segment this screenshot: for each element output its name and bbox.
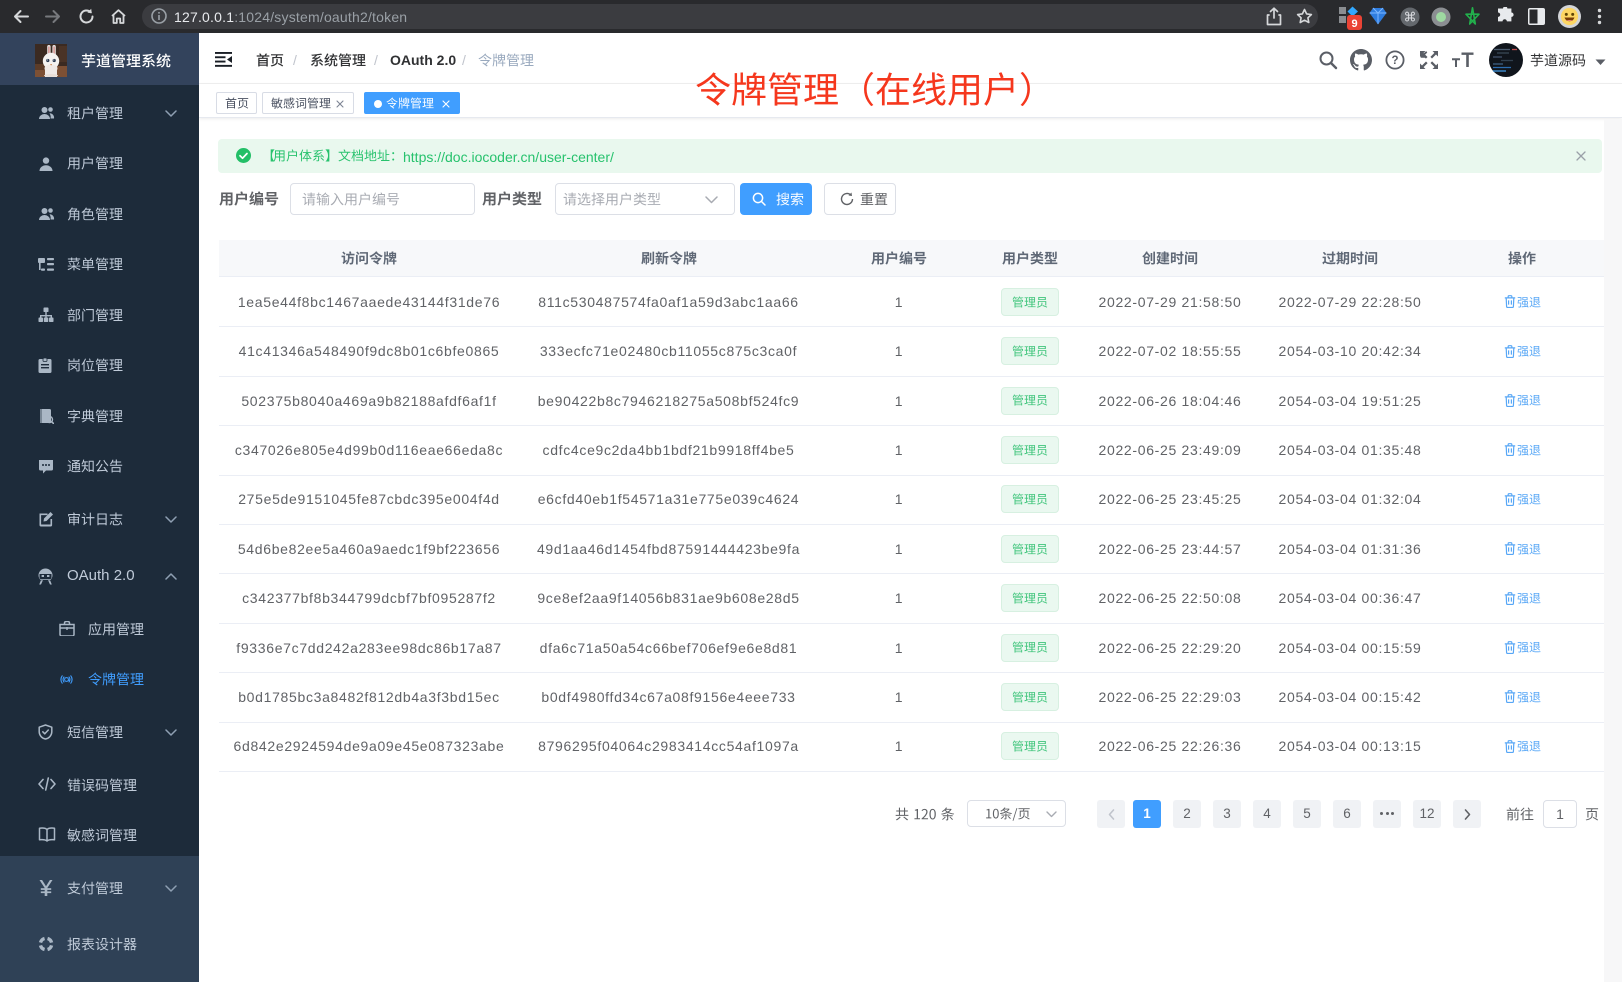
svg-text:9: 9 [1351, 18, 1357, 30]
svg-text:⌘: ⌘ [1404, 10, 1417, 25]
svg-text:?: ? [1391, 55, 1398, 67]
